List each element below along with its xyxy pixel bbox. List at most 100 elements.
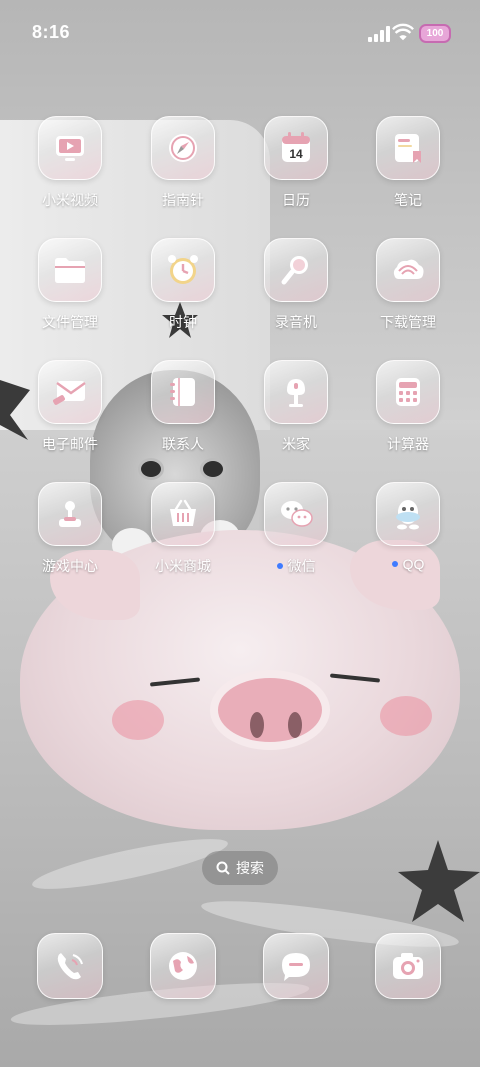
app-label: QQ: [353, 556, 463, 572]
app-icon-tile[interactable]: [264, 482, 328, 546]
search-button[interactable]: 搜索: [202, 851, 278, 885]
app-icon-tile[interactable]: [151, 482, 215, 546]
download-icon: [393, 259, 424, 279]
app-wechat[interactable]: 微信: [241, 482, 351, 576]
app-label-text: 下载管理: [380, 314, 436, 330]
app-label-text: 日历: [282, 192, 310, 208]
app-label: 小米商城: [128, 556, 238, 576]
app-icon-tile[interactable]: [38, 482, 102, 546]
wallpaper-star: [398, 840, 480, 922]
dock-phone[interactable]: [15, 933, 125, 999]
new-indicator-dot: [276, 563, 283, 569]
notes-icon: [395, 134, 421, 163]
camera-icon: [393, 953, 423, 979]
wifi-icon: [392, 23, 414, 41]
app-label: 文件管理: [15, 312, 125, 332]
app-label: 笔记: [353, 190, 463, 210]
calendar-date: 14: [289, 147, 303, 161]
status-bar: 8:16 100: [0, 0, 480, 66]
app-label-text: 游戏中心: [42, 558, 98, 574]
app-label: 日历: [241, 190, 351, 210]
app-icon-tile[interactable]: [151, 116, 215, 180]
app-label: 指南针: [128, 190, 238, 210]
dock-icon-tile[interactable]: [375, 933, 441, 999]
app-label-text: 米家: [282, 436, 310, 452]
app-label-text: 联系人: [162, 436, 204, 452]
app-icon-tile[interactable]: [38, 238, 102, 302]
app-compass[interactable]: 指南针: [128, 116, 238, 210]
app-label: 联系人: [128, 434, 238, 454]
app-icon-tile[interactable]: [151, 238, 215, 302]
app-icon-tile[interactable]: [38, 360, 102, 424]
app-icon-tile[interactable]: [376, 238, 440, 302]
dock-icon-tile[interactable]: [150, 933, 216, 999]
app-video[interactable]: 小米视频: [15, 116, 125, 210]
app-icon-tile[interactable]: [38, 116, 102, 180]
messages-icon: [282, 953, 310, 981]
app-label-text: QQ: [402, 556, 425, 572]
app-clock[interactable]: 时钟: [128, 238, 238, 332]
wechat-icon: [281, 501, 313, 527]
app-icon-tile[interactable]: [264, 238, 328, 302]
contacts-icon: [170, 378, 195, 406]
app-recorder[interactable]: 录音机: [241, 238, 351, 332]
phone-icon: [57, 953, 83, 980]
dock-browser[interactable]: [128, 933, 238, 999]
calendar-icon: 14: [282, 132, 310, 162]
battery-icon: 100: [419, 24, 451, 43]
dock-camera[interactable]: [353, 933, 463, 999]
dock-messages[interactable]: [241, 933, 351, 999]
calculator-icon: [396, 378, 420, 406]
app-label-text: 文件管理: [42, 314, 98, 330]
dock-icon-tile[interactable]: [37, 933, 103, 999]
app-icon-tile[interactable]: [376, 116, 440, 180]
app-qq[interactable]: QQ: [353, 482, 463, 572]
app-icon-tile[interactable]: 14: [264, 116, 328, 180]
search-icon: [216, 861, 230, 875]
app-folder[interactable]: 文件管理: [15, 238, 125, 332]
app-label-text: 录音机: [275, 314, 317, 330]
app-label: 游戏中心: [15, 556, 125, 576]
app-icon-tile[interactable]: [151, 360, 215, 424]
app-label-text: 小米视频: [42, 192, 98, 208]
status-time: 8:16: [32, 22, 71, 42]
clock-icon: [168, 255, 198, 284]
app-calendar[interactable]: 14 日历: [241, 116, 351, 210]
app-label: 微信: [241, 556, 351, 576]
app-mijia[interactable]: 米家: [241, 360, 351, 454]
app-contacts[interactable]: 联系人: [128, 360, 238, 454]
app-label: 小米视频: [15, 190, 125, 210]
app-mail[interactable]: 电子邮件: [15, 360, 125, 454]
app-label-text: 微信: [287, 558, 316, 574]
search-label: 搜索: [236, 860, 264, 876]
app-icon-tile[interactable]: [376, 482, 440, 546]
new-indicator-dot: [391, 561, 398, 567]
dock-icon-tile[interactable]: [263, 933, 329, 999]
app-label-text: 指南针: [162, 192, 204, 208]
app-notes[interactable]: 笔记: [353, 116, 463, 210]
app-joystick[interactable]: 游戏中心: [15, 482, 125, 576]
app-label: 米家: [241, 434, 351, 454]
app-shop-basket[interactable]: 小米商城: [128, 482, 238, 576]
app-label: 电子邮件: [15, 434, 125, 454]
wallpaper-pig-nose: [210, 670, 330, 750]
compass-icon: [169, 134, 197, 162]
app-label-text: 电子邮件: [42, 436, 98, 452]
app-label-text: 时钟: [169, 314, 197, 330]
folder-icon: [55, 258, 85, 283]
app-icon-tile[interactable]: [264, 360, 328, 424]
app-icon-tile[interactable]: [376, 360, 440, 424]
qq-icon: [396, 500, 420, 530]
mail-icon: [53, 381, 86, 405]
app-label-text: 笔记: [394, 192, 422, 208]
app-label-text: 计算器: [387, 436, 429, 452]
joystick-icon: [59, 501, 81, 527]
app-label: 下载管理: [353, 312, 463, 332]
signal-icon: [368, 26, 390, 42]
app-calculator[interactable]: 计算器: [353, 360, 463, 454]
recorder-icon: [281, 256, 308, 285]
app-label-text: 小米商城: [155, 558, 211, 574]
app-label: 计算器: [353, 434, 463, 454]
browser-icon: [169, 952, 197, 980]
app-download[interactable]: 下载管理: [353, 238, 463, 332]
